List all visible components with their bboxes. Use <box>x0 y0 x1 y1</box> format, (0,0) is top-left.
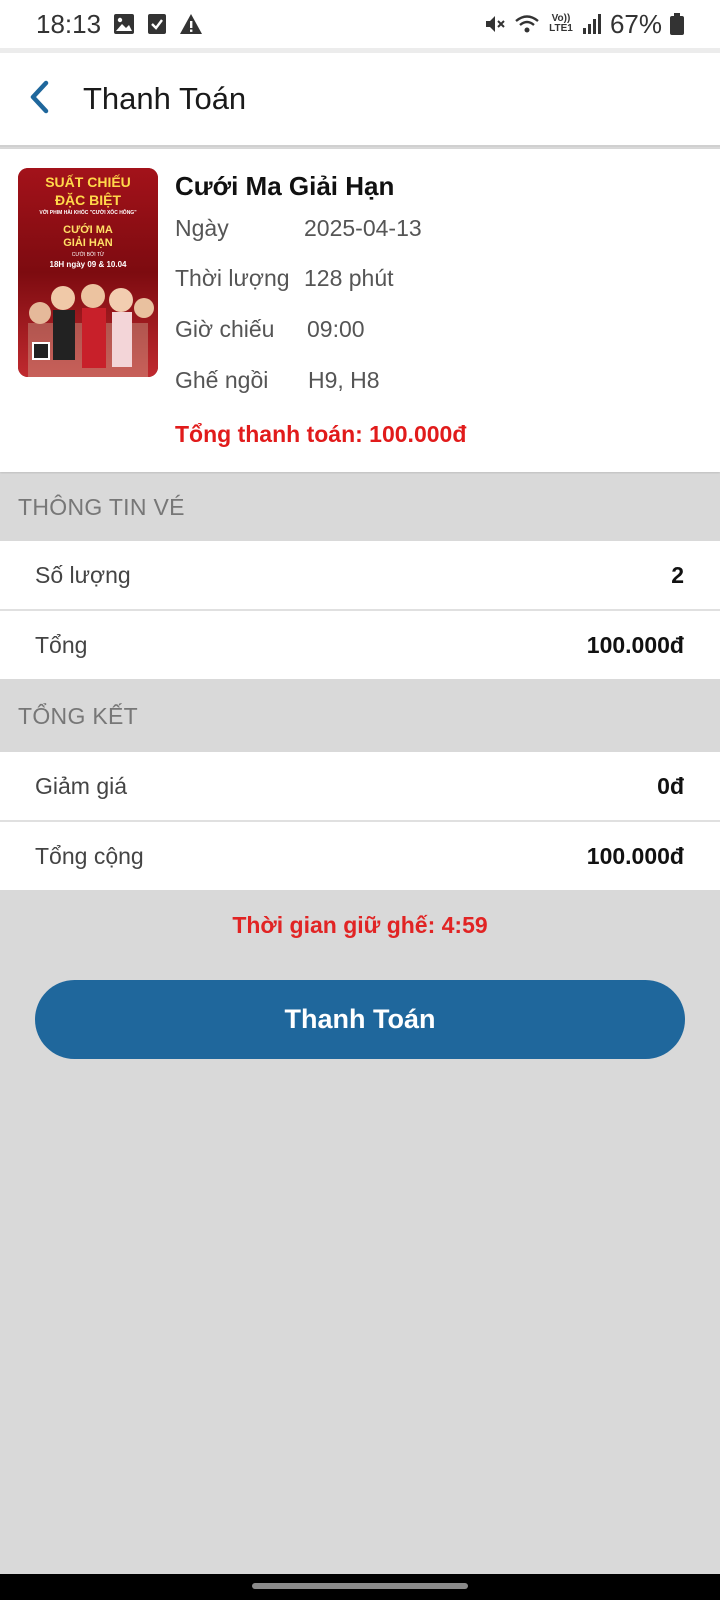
status-time: 18:13 <box>36 8 102 39</box>
ticket-total-row: Tổng 100.000đ <box>0 611 720 679</box>
date-row: Ngày 2025-04-13 <box>175 215 422 242</box>
seats-value: H9, H8 <box>308 367 380 393</box>
navigation-bar <box>0 1574 720 1600</box>
quantity-value: 2 <box>671 561 684 588</box>
movie-card: SUẤT CHIẾU ĐẶC BIỆT VỚI PHIM HÀI KHÓC "C… <box>0 149 720 472</box>
discount-value: 0đ <box>657 772 684 799</box>
image-icon <box>113 13 135 35</box>
seats-row: Ghế ngồi H9, H8 <box>175 367 380 394</box>
duration-value: 128 phút <box>304 265 394 291</box>
summary-header: TỔNG KẾT <box>0 683 720 750</box>
warning-icon <box>179 13 203 35</box>
grand-total-value: 100.000đ <box>586 842 684 869</box>
seats-label: Ghế ngồi <box>175 367 269 393</box>
grand-total-row: Tổng cộng 100.000đ <box>0 822 720 890</box>
battery-percent: 67% <box>609 8 662 39</box>
movie-poster: SUẤT CHIẾU ĐẶC BIỆT VỚI PHIM HÀI KHÓC "C… <box>18 168 158 377</box>
back-button[interactable] <box>0 52 80 146</box>
status-right: Vo)) LTE1 67% <box>484 9 684 40</box>
grand-total-label: Tổng cộng <box>35 842 144 869</box>
status-bar: 18:13 Vo)) LTE1 67% <box>0 0 720 48</box>
duration-row: Thời lượng 128 phút <box>175 265 394 292</box>
pay-button[interactable]: Thanh Toán <box>35 980 685 1059</box>
date-value: 2025-04-13 <box>304 215 422 241</box>
poster-subtitle: CƯỚI BỞI TỪ <box>71 252 105 258</box>
wifi-icon <box>514 13 540 35</box>
total-payment: Tổng thanh toán: 100.000đ <box>175 421 467 447</box>
ticket-total-value: 100.000đ <box>586 631 684 658</box>
check-box-icon <box>147 13 167 35</box>
poster-movie-name-2: GIẢI HẠN <box>63 237 113 249</box>
showtime-value: 09:00 <box>307 316 365 342</box>
home-gesture-handle[interactable] <box>252 1583 468 1589</box>
movie-title: Cưới Ma Giải Hạn <box>175 171 395 201</box>
seat-hold-timer: Thời gian giữ ghế: 4:59 <box>232 912 488 938</box>
poster-dates: 18H ngày 09 & 10.04 <box>49 260 127 269</box>
showtime-label: Giờ chiếu <box>175 316 275 342</box>
battery-icon <box>670 13 684 35</box>
app-bar: Thanh Toán <box>0 53 720 147</box>
page-title: Thanh Toán <box>83 81 247 116</box>
discount-row: Giảm giá 0đ <box>0 752 720 820</box>
date-label: Ngày <box>175 215 229 241</box>
poster-tagline: VỚI PHIM HÀI KHÓC "CƯỜI XỐC HÔNG" <box>39 210 137 216</box>
poster-title-1: SUẤT CHIẾU <box>45 174 131 190</box>
mute-icon <box>484 13 506 35</box>
ticket-total-label: Tổng <box>35 631 88 658</box>
duration-label: Thời lượng <box>175 265 290 291</box>
discount-label: Giảm giá <box>35 772 128 799</box>
showtime-row: Giờ chiếu 09:00 <box>175 316 365 343</box>
volte-icon: Vo)) LTE1 <box>549 13 573 34</box>
signal-icon <box>582 14 602 34</box>
status-left: 18:13 <box>36 9 203 40</box>
ticket-info-header: THÔNG TIN VÉ <box>0 474 720 541</box>
quantity-label: Số lượng <box>35 561 131 588</box>
chevron-left-icon <box>28 80 52 119</box>
poster-movie-name-1: CƯỚI MA <box>63 224 113 236</box>
quantity-row: Số lượng 2 <box>0 541 720 609</box>
poster-title-2: ĐẶC BIỆT <box>54 192 122 208</box>
